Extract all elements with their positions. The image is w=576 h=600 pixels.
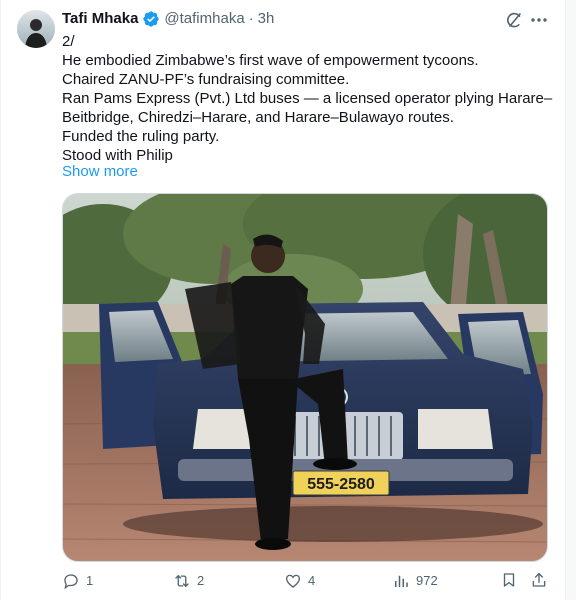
separator-dot: ·	[248, 10, 254, 27]
tweet-photo[interactable]: 555-2580	[62, 193, 548, 562]
avatar[interactable]	[17, 10, 55, 48]
author-handle[interactable]: @tafimhaka	[164, 10, 244, 28]
like-button[interactable]: 4	[284, 571, 315, 591]
tweet-actions: 1 2 4 972	[62, 571, 550, 591]
tweet-line: Chaired ZANU-PF’s fundraising committee.	[62, 71, 350, 88]
like-count: 4	[308, 573, 316, 588]
reply-count: 1	[86, 573, 94, 588]
view-count: 972	[416, 573, 438, 588]
repost-icon	[175, 575, 189, 587]
timeline-border-left	[0, 0, 1, 600]
timestamp[interactable]: 3h	[258, 10, 275, 28]
reply-icon	[64, 574, 78, 590]
tweet-text: 2/ He embodied Zimbabwe’s first wave of …	[62, 32, 552, 165]
scrollbar-track[interactable]	[566, 0, 576, 600]
tweet-line: 2/	[62, 33, 75, 50]
repost-button[interactable]: 2	[173, 571, 204, 591]
author-name[interactable]: Tafi Mhaka	[62, 10, 138, 28]
verified-badge-icon	[142, 10, 160, 28]
license-plate-text: 555-2580	[307, 476, 375, 493]
views-button[interactable]: 972	[392, 571, 438, 591]
tweet-line: Beitbridge, Chiredzi–Harare, and Harare–…	[62, 109, 454, 126]
tweet-line: Ran Pams Express (Pvt.) Ltd buses — a li…	[62, 90, 553, 107]
show-more-link[interactable]: Show more	[62, 162, 138, 181]
bookmark-icon	[503, 573, 515, 587]
more-dots-icon[interactable]	[529, 10, 549, 30]
tweet-line: Funded the ruling party.	[62, 128, 220, 145]
share-icon	[532, 572, 546, 587]
reply-button[interactable]: 1	[62, 571, 93, 591]
views-icon	[395, 575, 408, 587]
grok-icon[interactable]	[504, 10, 524, 30]
share-button[interactable]	[530, 571, 548, 589]
heart-icon	[285, 574, 301, 588]
bookmark-button[interactable]	[500, 571, 518, 589]
tweet-header: Tafi Mhaka @tafimhaka · 3h	[62, 10, 274, 28]
tweet-line: He embodied Zimbabwe’s first wave of emp…	[62, 52, 479, 69]
repost-count: 2	[197, 573, 205, 588]
